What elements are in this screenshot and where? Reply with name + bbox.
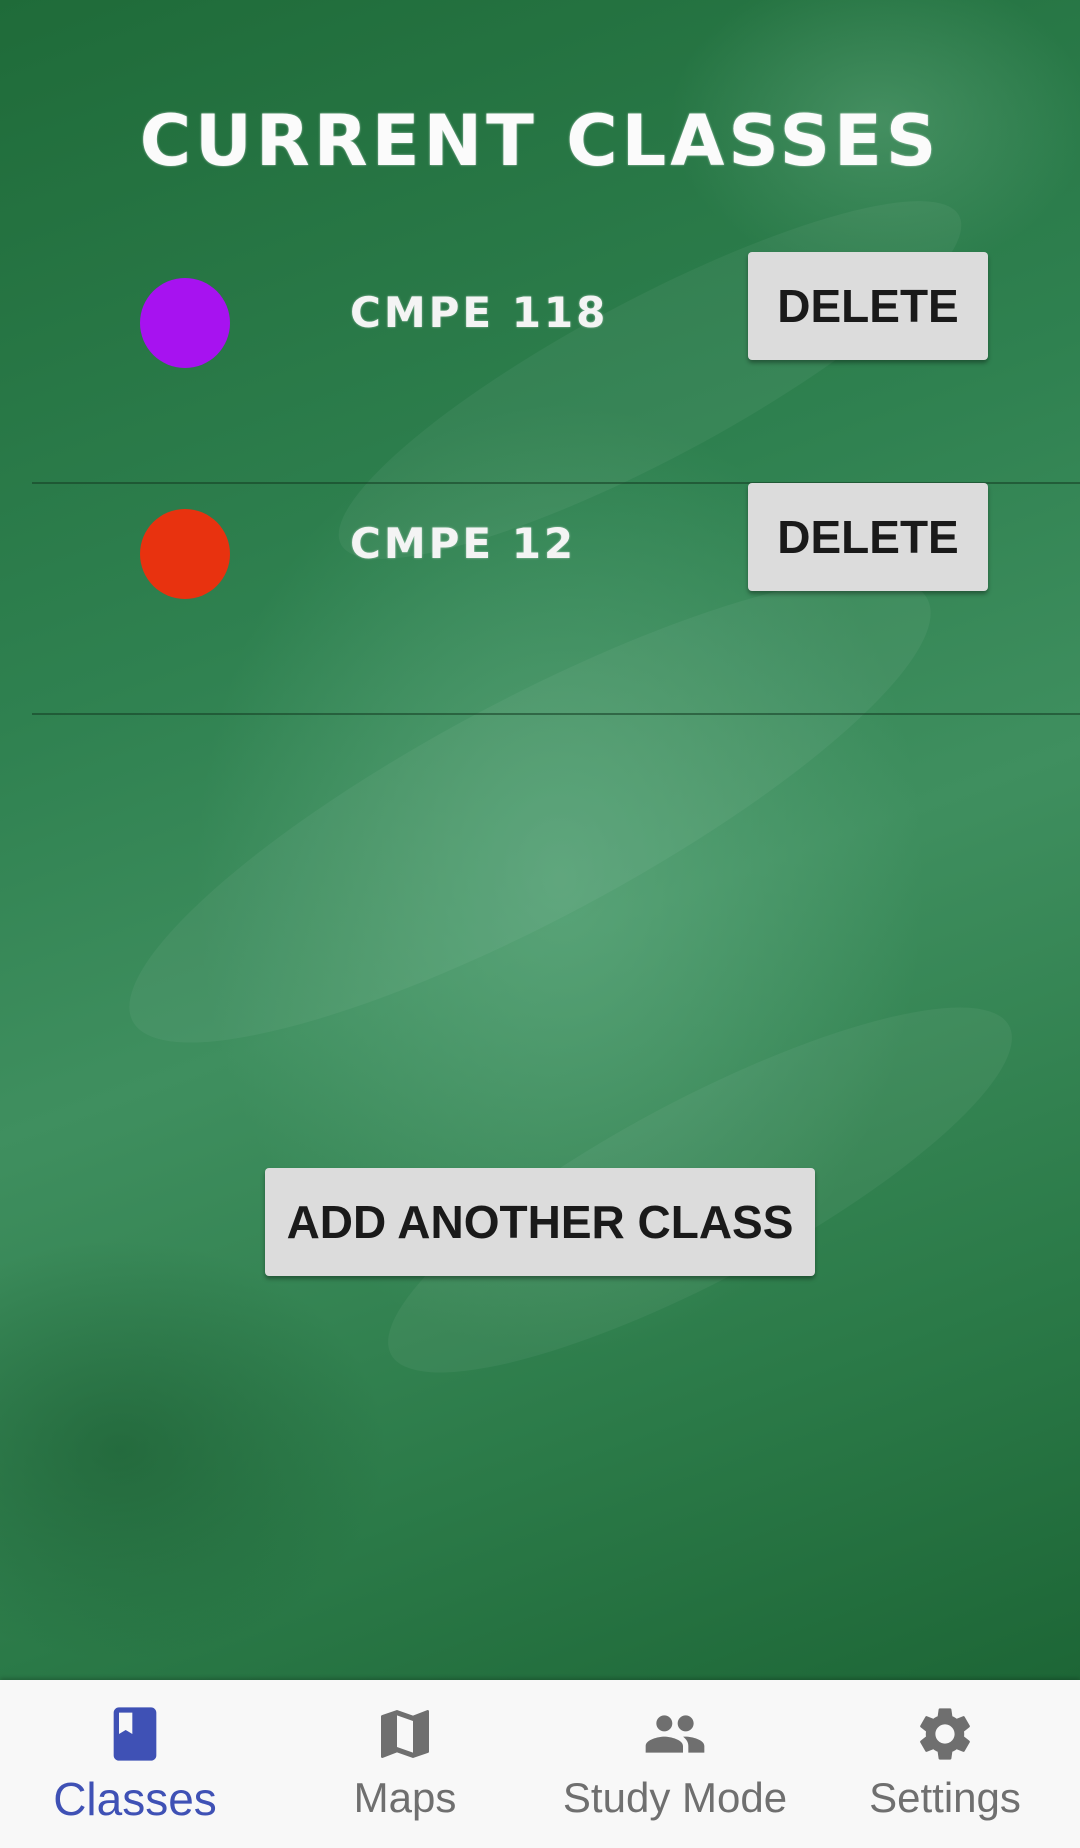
page-title: CURRENT CLASSES <box>139 100 941 182</box>
class-color-dot <box>140 278 230 368</box>
map-icon <box>381 1710 429 1758</box>
delete-class-button[interactable]: DELETE <box>748 483 988 591</box>
nav-item-settings[interactable]: Settings <box>810 1680 1080 1848</box>
nav-label: Classes <box>53 1773 217 1825</box>
nav-label: Settings <box>869 1774 1021 1821</box>
nav-label: Study Mode <box>562 1774 788 1821</box>
nav-item-maps[interactable]: Maps <box>270 1680 540 1848</box>
bottom-navigation: Classes Maps Study Mode Settings <box>0 1680 1080 1848</box>
class-name: CMPE 118 <box>350 288 609 337</box>
class-name: CMPE 12 <box>350 519 577 568</box>
nav-label: Maps <box>353 1774 457 1821</box>
gear-icon <box>920 1708 970 1760</box>
class-color-dot <box>140 509 230 599</box>
book-icon <box>113 1707 157 1761</box>
nav-item-classes[interactable]: Classes <box>0 1680 270 1848</box>
delete-class-button[interactable]: DELETE <box>748 252 988 360</box>
class-row: CMPE 12 DELETE <box>32 483 1080 715</box>
classes-screen: CURRENT CLASSES CMPE 118 DELETE CMPE 12 … <box>0 0 1080 1848</box>
class-row: CMPE 118 DELETE <box>32 252 1080 484</box>
add-class-button[interactable]: ADD ANOTHER CLASS <box>265 1168 815 1276</box>
nav-item-study-mode[interactable]: Study Mode <box>540 1680 810 1848</box>
group-icon <box>645 1715 705 1753</box>
